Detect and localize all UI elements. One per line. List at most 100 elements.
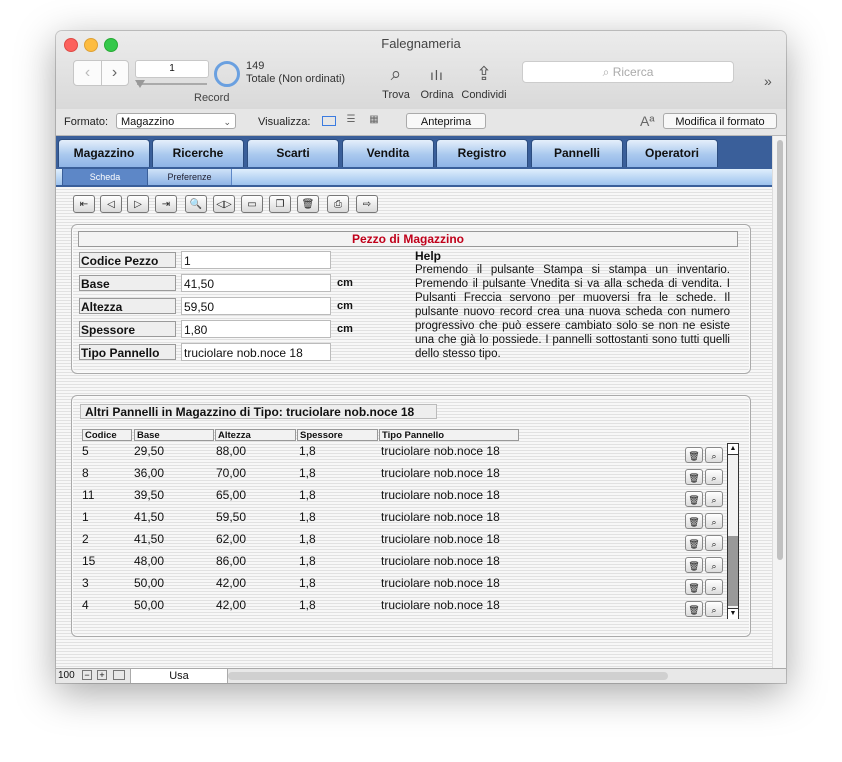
row-spessore-cell: 1,8 [299, 576, 316, 590]
magnifier-icon[interactable]: ⌕ [705, 447, 723, 463]
magnifier-icon[interactable]: ⌕ [705, 469, 723, 485]
text-size-icon[interactable]: Aª [640, 113, 655, 129]
row-altezza-cell: 59,50 [216, 510, 247, 524]
subtab-preferenze[interactable]: Preferenze [148, 169, 232, 185]
row-altezza-cell: 42,00 [216, 598, 247, 612]
share-tool[interactable]: ⇪ Condividi [458, 61, 510, 101]
portal-scroll-thumb[interactable] [728, 536, 738, 606]
magnifier-icon[interactable]: ⌕ [705, 601, 723, 617]
row-base-cell: 50,00 [134, 598, 165, 612]
record-total: Totale (Non ordinati) [246, 73, 346, 85]
spessore-field[interactable]: 1,80 [181, 320, 331, 338]
form-title: Pezzo di Magazzino [78, 231, 738, 247]
trash-icon[interactable]: 🗑 [685, 601, 703, 617]
base-unit: cm [337, 277, 353, 289]
record-slider-knob[interactable] [135, 80, 145, 88]
share-label: Condividi [461, 89, 507, 101]
vertical-scrollbar[interactable] [772, 136, 786, 668]
record-nav-group: ‹ › [73, 60, 129, 86]
status-bar: 100 − + Usa [56, 668, 786, 683]
next-record-button[interactable]: › [101, 61, 128, 85]
toolbar-overflow-button[interactable]: » [764, 73, 772, 89]
tab-registro[interactable]: Registro [436, 139, 528, 167]
subtab-strip: Scheda Preferenze [56, 169, 772, 187]
find-tool[interactable]: ⌕ Trova [378, 61, 414, 101]
horizontal-scrollbar[interactable] [228, 672, 668, 680]
tab-ricerche[interactable]: Ricerche [152, 139, 244, 167]
related-title-prefix: Altri Pannelli in Magazzino di Tipo: [85, 405, 283, 419]
codice-pezzo-label: Codice Pezzo [79, 252, 176, 268]
magnifier-icon[interactable]: ⌕ [705, 579, 723, 595]
first-record-button[interactable]: ⇤ [73, 195, 95, 213]
row-codice-cell: 1 [82, 510, 89, 524]
sort-tool[interactable]: ılı Ordina [419, 61, 455, 101]
base-field[interactable]: 41,50 [181, 274, 331, 292]
print-button[interactable]: ⎙ [327, 195, 349, 213]
preview-button[interactable]: Anteprima [406, 113, 486, 129]
zoom-in-icon[interactable]: + [97, 670, 107, 680]
tab-magazzino[interactable]: Magazzino [58, 139, 150, 167]
scroll-down-arrow[interactable]: ▼ [728, 608, 738, 619]
delete-record-button[interactable]: 🗑 [297, 195, 319, 213]
tipo-pannello-label: Tipo Pannello [79, 344, 176, 360]
scroll-up-arrow[interactable]: ▲ [728, 444, 738, 455]
find-record-button[interactable]: 🔍 [185, 195, 207, 213]
previous-record-button[interactable]: ‹ [74, 61, 102, 85]
show-all-button[interactable]: ◁▷ [213, 195, 235, 213]
row-tipo-cell: truciolare nob.noce 18 [381, 532, 500, 546]
tab-operatori[interactable]: Operatori [626, 139, 718, 167]
vertical-scroll-thumb[interactable] [777, 140, 783, 560]
magnifier-icon[interactable]: ⌕ [705, 557, 723, 573]
row-altezza-cell: 65,00 [216, 488, 247, 502]
list-view-icon[interactable]: ☰ [345, 115, 357, 125]
tab-pannelli[interactable]: Pannelli [531, 139, 623, 167]
trash-icon[interactable]: 🗑 [685, 579, 703, 595]
row-altezza-cell: 86,00 [216, 554, 247, 568]
search-field[interactable]: ⌕ Ricerca [522, 61, 734, 83]
subtab-scheda[interactable]: Scheda [62, 169, 148, 185]
row-altezza-cell: 62,00 [216, 532, 247, 546]
duplicate-record-button[interactable]: ❐ [269, 195, 291, 213]
last-record-button[interactable]: ⇥ [155, 195, 177, 213]
tab-strip: Magazzino Ricerche Scarti Vendita Regist… [56, 136, 772, 169]
trash-icon[interactable]: 🗑 [685, 535, 703, 551]
toggle-status-toolbar-icon[interactable] [113, 670, 125, 680]
trash-icon[interactable]: 🗑 [685, 447, 703, 463]
zoom-level[interactable]: 100 [58, 670, 75, 681]
tab-vendita[interactable]: Vendita [342, 139, 434, 167]
sort-label: Ordina [420, 89, 454, 101]
tipo-pannello-field[interactable]: truciolare nob.noce 18 [181, 343, 331, 361]
row-altezza-cell: 42,00 [216, 576, 247, 590]
tab-scarti[interactable]: Scarti [247, 139, 339, 167]
row-tipo-cell: truciolare nob.noce 18 [381, 554, 500, 568]
trash-icon[interactable]: 🗑 [685, 513, 703, 529]
magnifier-icon[interactable]: ⌕ [705, 491, 723, 507]
trash-icon[interactable]: 🗑 [685, 557, 703, 573]
record-number-field[interactable]: 1 [135, 60, 209, 78]
row-spessore-cell: 1,8 [299, 532, 316, 546]
mode-indicator[interactable]: Usa [130, 669, 228, 683]
new-record-button[interactable]: ▭ [241, 195, 263, 213]
altezza-field[interactable]: 59,50 [181, 297, 331, 315]
edit-layout-button[interactable]: Modifica il formato [663, 113, 777, 129]
trash-icon[interactable]: 🗑 [685, 469, 703, 485]
spessore-unit: cm [337, 323, 353, 335]
prev-record-button[interactable]: ◁ [100, 195, 122, 213]
next-record-arrow-button[interactable]: ▷ [127, 195, 149, 213]
form-view-icon[interactable] [322, 116, 336, 126]
format-select[interactable]: Magazzino ⌄ [116, 113, 236, 129]
table-view-icon[interactable]: ▦ [368, 115, 380, 125]
row-spessore-cell: 1,8 [299, 554, 316, 568]
record-slider-track[interactable] [137, 83, 207, 85]
window-title: Falegnameria [381, 36, 461, 51]
row-codice-cell: 4 [82, 598, 89, 612]
trash-icon[interactable]: 🗑 [685, 491, 703, 507]
go-to-sale-button[interactable]: ⇨ [356, 195, 378, 213]
magnifier-icon[interactable]: ⌕ [705, 513, 723, 529]
zoom-out-icon[interactable]: − [82, 670, 92, 680]
codice-pezzo-field[interactable]: 1 [181, 251, 331, 269]
row-codice-cell: 2 [82, 532, 89, 546]
altezza-label: Altezza [79, 298, 176, 314]
magnifier-icon[interactable]: ⌕ [705, 535, 723, 551]
portal-scrollbar[interactable]: ▲ ▼ [727, 443, 739, 619]
